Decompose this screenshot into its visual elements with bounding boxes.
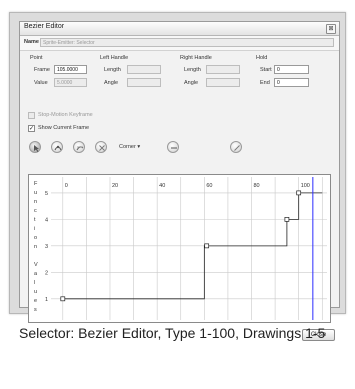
- stop-motion-checkbox[interactable]: [28, 112, 35, 119]
- name-field[interactable]: Sprite-Emitter: Selector: [40, 38, 334, 47]
- y-axis-letter: F: [34, 181, 38, 187]
- left-angle-field[interactable]: [127, 78, 161, 87]
- x-tick-label: 80: [254, 183, 260, 189]
- bezier-editor-window: Bezier Editor ⊠ Name Sprite-Emitter: Sel…: [19, 21, 340, 341]
- y-axis-letter: a: [34, 271, 38, 277]
- name-label: Name: [24, 39, 39, 45]
- window-title: Bezier Editor: [24, 23, 65, 30]
- x-tick-label: 100: [301, 183, 310, 189]
- keyframe-point: [296, 190, 302, 196]
- y-tick-label: 3: [45, 244, 48, 250]
- title-bar: Bezier Editor ⊠: [20, 22, 339, 36]
- y-tick-label: 4: [45, 217, 48, 223]
- left-handle-heading: Left Handle: [100, 55, 129, 61]
- y-axis-letter: t: [34, 217, 36, 223]
- zoom-out-icon[interactable]: [167, 141, 179, 153]
- corner-label: Corner: [119, 144, 136, 150]
- delete-icon[interactable]: [95, 141, 107, 153]
- y-axis-letter: u: [34, 289, 37, 295]
- y-tick-label: 5: [45, 191, 48, 197]
- y-axis-letter: l: [34, 280, 35, 286]
- left-angle-label: Angle: [104, 80, 119, 86]
- hold-start-field[interactable]: 0: [274, 65, 309, 74]
- right-handle-heading: Right Handle: [180, 55, 212, 61]
- hold-end-field[interactable]: 0: [274, 78, 309, 87]
- smooth-icon[interactable]: [73, 141, 85, 153]
- y-axis-letter: V: [34, 262, 38, 268]
- right-angle-label: Angle: [184, 80, 199, 86]
- graph-canvas[interactable]: 0 20 40 60 80 10012345FunctionValues: [29, 175, 330, 322]
- y-axis-letter: e: [34, 298, 37, 304]
- y-tick-label: 1: [45, 297, 48, 303]
- right-length-field[interactable]: [206, 65, 240, 74]
- y-axis-letter: i: [34, 226, 35, 232]
- show-current-frame-label: Show Current Frame: [38, 125, 90, 131]
- point-heading: Point: [30, 55, 43, 61]
- corner-dropdown[interactable]: Corner ▾: [119, 144, 140, 150]
- hold-heading: Hold: [256, 55, 268, 61]
- y-axis-letter: n: [34, 199, 37, 205]
- y-tick-label: 2: [45, 270, 48, 276]
- keyframe-point: [284, 217, 290, 222]
- x-tick-label: 0: [65, 183, 68, 189]
- y-axis-letter: s: [34, 307, 37, 313]
- right-angle-field[interactable]: [206, 78, 240, 87]
- x-tick-label: 60: [206, 183, 212, 189]
- name-row: Name Sprite-Emitter: Selector: [20, 36, 339, 51]
- left-length-label: Length: [104, 67, 121, 73]
- select-point-icon[interactable]: [29, 141, 41, 153]
- x-tick-label: 40: [159, 183, 165, 189]
- window-close-icon[interactable]: ⊠: [326, 24, 336, 34]
- hold-end-label: End: [260, 80, 270, 86]
- chevron-down-icon: ▾: [137, 144, 141, 150]
- value-label: Value: [34, 80, 48, 86]
- y-axis-letter: c: [34, 208, 37, 214]
- figure-caption: Selector: Bezier Editor, Type 1-100, Dra…: [19, 325, 326, 341]
- frame-label: Frame: [34, 67, 50, 73]
- keyframe-point: [204, 243, 210, 249]
- keyframe-point: [60, 296, 66, 302]
- show-current-frame-checkbox[interactable]: ✓: [28, 125, 35, 132]
- stop-motion-label: Stop-Motion Keyframe: [38, 112, 93, 118]
- y-axis-letter: o: [34, 235, 37, 241]
- function-graph[interactable]: 0 20 40 60 80 100 1 2 3 4 5 Fu n c t i o n Va l u e s: [28, 174, 331, 323]
- left-length-field[interactable]: [127, 65, 161, 74]
- frame-field[interactable]: 105.0000: [54, 65, 87, 74]
- x-tick-label: 20: [112, 183, 118, 189]
- y-axis-letter: n: [34, 244, 37, 250]
- value-field[interactable]: 5.0000: [54, 78, 87, 87]
- y-axis-letter: u: [34, 190, 37, 196]
- right-length-label: Length: [184, 67, 201, 73]
- hold-start-label: Start: [260, 67, 272, 73]
- add-point-icon[interactable]: [51, 141, 63, 153]
- no-tool-icon[interactable]: [230, 141, 242, 153]
